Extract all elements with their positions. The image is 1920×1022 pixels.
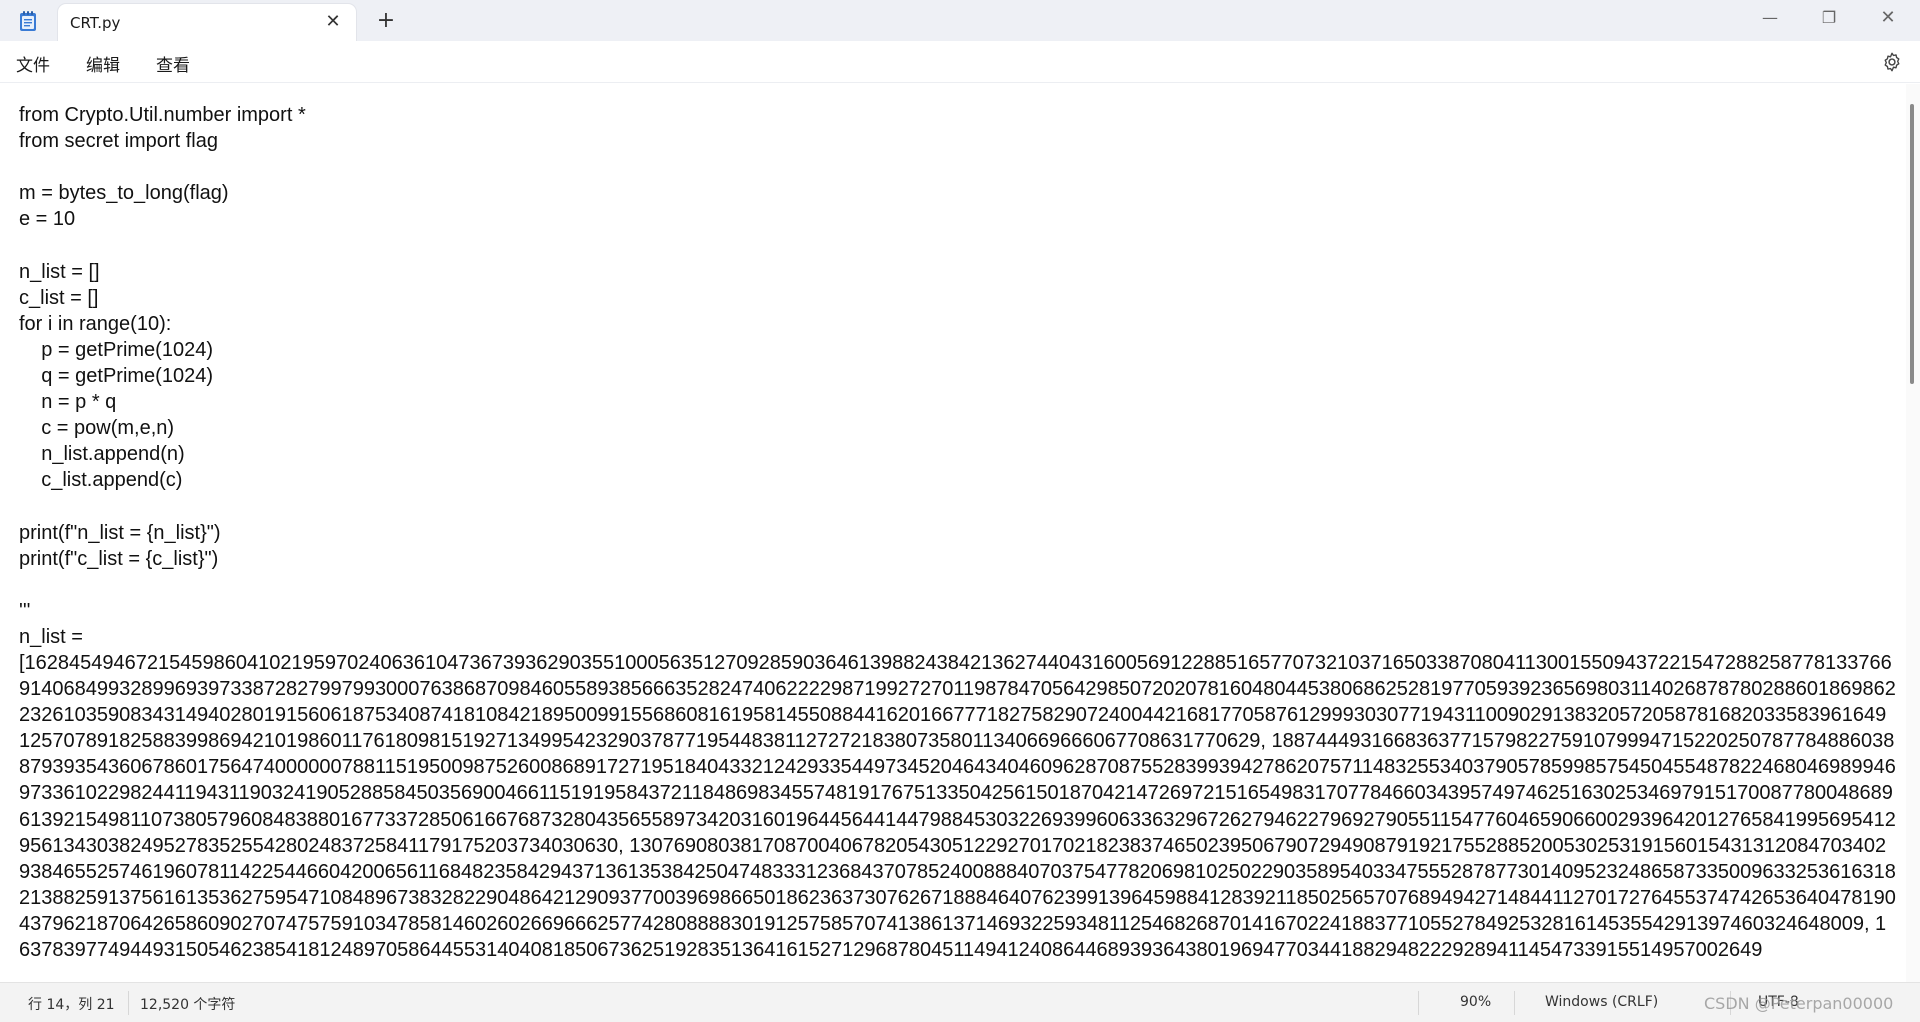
code-line: n = p * q	[19, 391, 117, 414]
watermark-text: CSDN @Peterpan00000	[1704, 994, 1894, 1013]
title-bar: CRT.py ✕ + — ❐ ✕	[0, 0, 1920, 41]
cursor-position[interactable]: 行 14，列 21	[28, 994, 115, 1014]
code-line: for i in range(10):	[19, 312, 172, 335]
code-content: from Crypto.Util.number import * from sec…	[19, 102, 1897, 963]
code-line: q = getPrime(1024)	[19, 364, 213, 387]
code-line: from secret import flag	[19, 130, 218, 153]
code-line: print(f"c_list = {c_list}")	[19, 547, 219, 570]
code-line: e = 10	[19, 208, 76, 231]
code-line: from Crypto.Util.number import *	[19, 104, 306, 126]
close-window-button[interactable]: ✕	[1859, 0, 1917, 36]
tab-title: CRT.py	[70, 14, 121, 32]
code-line: c = pow(m,e,n)	[19, 417, 175, 440]
status-separator	[1418, 991, 1419, 1015]
code-line: c_list = []	[19, 286, 99, 309]
maximize-button[interactable]: ❐	[1800, 0, 1858, 36]
menu-bar: 文件 编辑 查看	[0, 41, 1920, 83]
code-line: [162845494672154598604102195970240636104…	[19, 651, 1896, 961]
character-count: 12,520 个字符	[140, 997, 236, 1013]
menu-view[interactable]: 查看	[156, 51, 190, 76]
code-line: p = getPrime(1024)	[19, 338, 213, 361]
notepad-icon	[20, 11, 36, 31]
status-separator	[1514, 991, 1515, 1015]
status-separator	[128, 991, 129, 1015]
file-tab[interactable]: CRT.py ✕	[58, 4, 356, 41]
vertical-scrollbar[interactable]	[1906, 84, 1920, 982]
close-tab-icon[interactable]: ✕	[322, 11, 344, 33]
menu-file[interactable]: 文件	[16, 51, 50, 76]
code-line: c_list.append(c)	[19, 469, 183, 492]
code-line: print(f"n_list = {n_list}")	[19, 521, 221, 544]
minimize-button[interactable]: —	[1741, 0, 1799, 36]
zoom-level[interactable]: 90%	[1460, 994, 1491, 1010]
code-line: n_list.append(n)	[19, 443, 185, 466]
menu-edit[interactable]: 编辑	[86, 51, 120, 76]
text-editor[interactable]: from Crypto.Util.number import * from sec…	[0, 84, 1906, 982]
line-ending[interactable]: Windows (CRLF)	[1545, 994, 1658, 1010]
code-line: n_list =	[19, 625, 83, 648]
new-tab-button[interactable]: +	[372, 8, 400, 36]
code-line: n_list = []	[19, 260, 100, 283]
gear-icon[interactable]	[1881, 51, 1903, 73]
scroll-thumb[interactable]	[1910, 104, 1914, 384]
code-line: m = bytes_to_long(flag)	[19, 182, 229, 205]
code-line: '''	[19, 599, 31, 622]
status-bar: 行 14，列 21 12,520 个字符 90% Windows (CRLF) …	[0, 982, 1920, 1022]
